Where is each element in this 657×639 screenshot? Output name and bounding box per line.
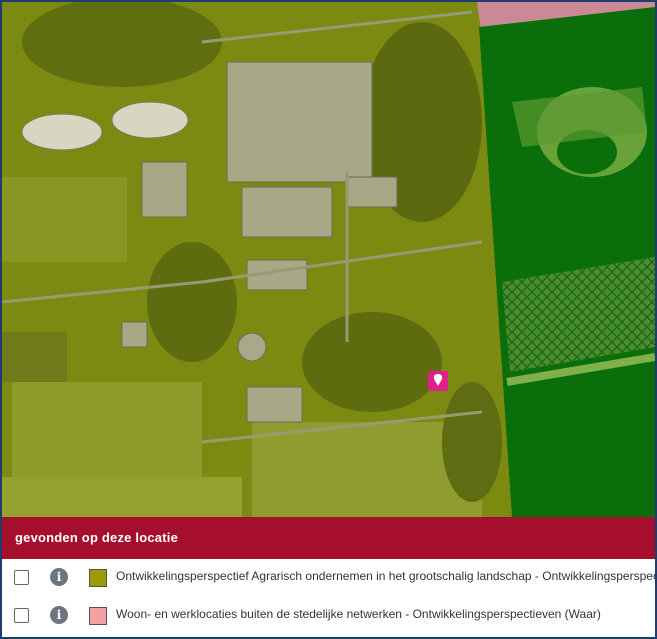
field [2, 177, 127, 262]
location-marker-icon[interactable] [428, 371, 448, 393]
map-viewer: gevonden op deze locatie i Ontwikkelings… [0, 0, 657, 639]
layer-checkbox[interactable] [14, 570, 29, 585]
aerial-map [2, 2, 655, 517]
legend-swatch [89, 569, 107, 587]
result-row: i Woon- en werklocaties buiten de stedel… [2, 597, 655, 635]
panel-header: gevonden op deze locatie [2, 517, 655, 559]
info-icon[interactable]: i [50, 568, 68, 586]
results-panel: gevonden op deze locatie i Ontwikkelings… [2, 517, 655, 637]
result-row: i Ontwikkelingsperspectief Agrarisch ond… [2, 559, 655, 597]
layer-checkbox[interactable] [14, 608, 29, 623]
legend-swatch [89, 607, 107, 625]
info-icon[interactable]: i [50, 606, 68, 624]
map-canvas[interactable] [2, 2, 655, 517]
result-label: Ontwikkelingsperspectief Agrarisch onder… [116, 569, 655, 583]
result-label: Woon- en werklocaties buiten de stedelij… [116, 607, 601, 621]
